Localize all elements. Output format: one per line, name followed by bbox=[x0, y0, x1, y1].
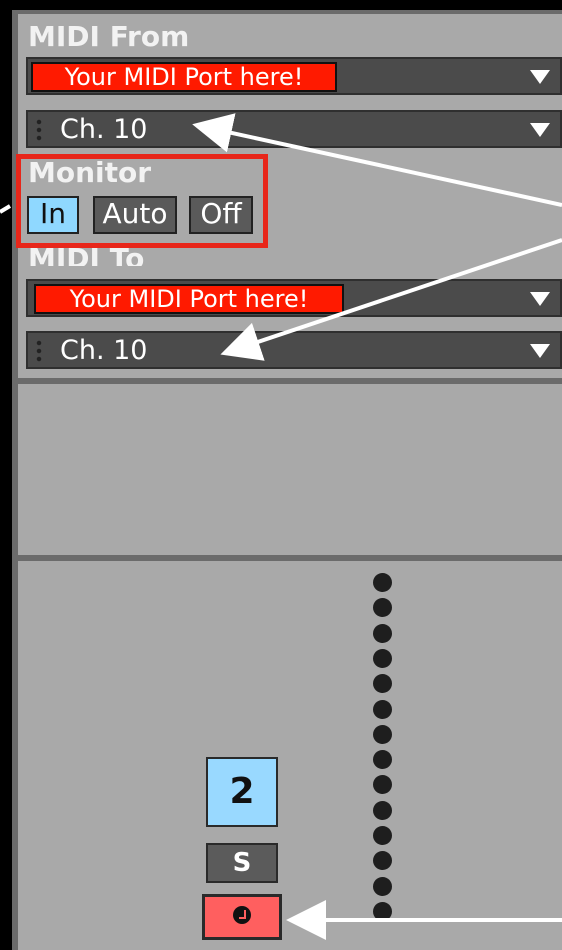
annotation-arrows bbox=[0, 113, 562, 940]
arrow-to-midi-from-channel bbox=[192, 113, 562, 207]
arrow-to-midi-to-channel bbox=[220, 238, 562, 361]
arrow-to-monitor bbox=[0, 204, 12, 214]
